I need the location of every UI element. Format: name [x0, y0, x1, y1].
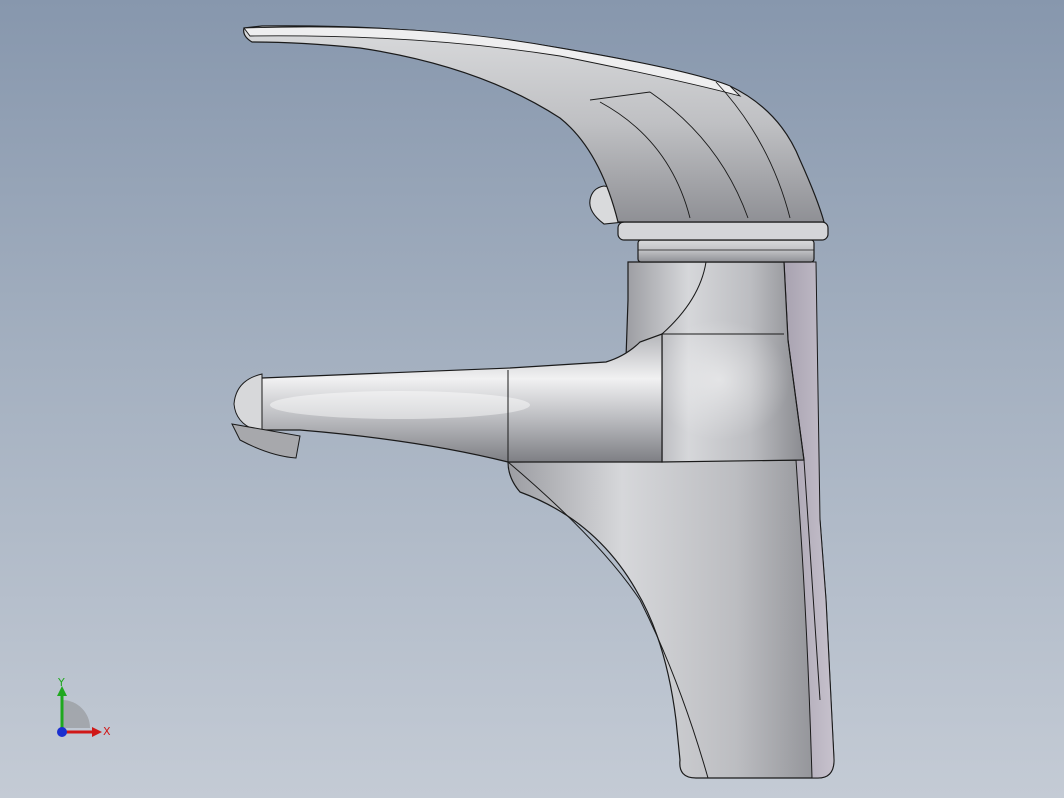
graphics-viewport[interactable]: Y X [0, 0, 1064, 798]
faucet-model[interactable] [0, 0, 1064, 798]
view-triad[interactable]: Y X [52, 676, 116, 746]
handle-base-ring[interactable] [617, 221, 829, 241]
x-axis-arrowhead [92, 727, 102, 737]
z-axis-dot [57, 727, 67, 737]
spout-tip [233, 373, 263, 433]
faucet-collar[interactable] [637, 239, 815, 263]
triad-x-label: X [103, 725, 111, 738]
faucet-lower-body[interactable] [507, 459, 835, 779]
triad-y-label: Y [57, 676, 65, 689]
